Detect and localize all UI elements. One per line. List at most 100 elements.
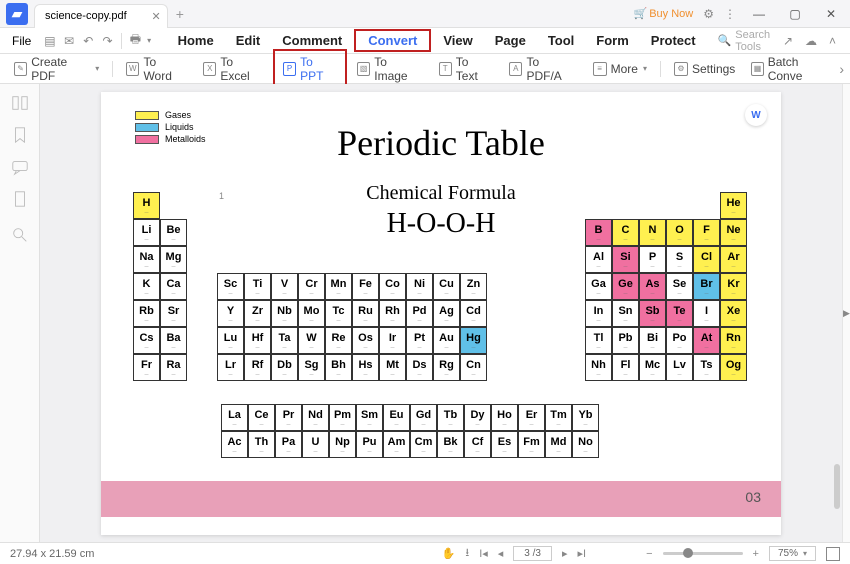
last-page-button[interactable]: ▸I: [578, 547, 587, 560]
menu-protect[interactable]: Protect: [641, 29, 706, 52]
element-cell: K—: [133, 273, 160, 300]
page-title: Periodic Table: [101, 122, 781, 164]
next-page-button[interactable]: ▸: [562, 547, 568, 560]
element-cell: Bi—: [639, 327, 666, 354]
element-cell: Os—: [352, 327, 379, 354]
more-convert-button[interactable]: ≡More▾: [585, 58, 655, 80]
element-cell: Tm—: [545, 404, 572, 431]
create-pdf-button[interactable]: ✎Create PDF▾: [6, 51, 107, 87]
search-icon[interactable]: [11, 226, 29, 244]
element-cell: Zn—: [460, 273, 487, 300]
element-cell: Lr—: [217, 354, 244, 381]
element-cell: N—: [639, 219, 666, 246]
more-icon[interactable]: ⋮: [724, 7, 736, 21]
thumbnails-icon[interactable]: [11, 94, 29, 112]
close-tab-icon[interactable]: ✕: [152, 10, 161, 23]
element-cell: In—: [585, 300, 612, 327]
zoom-slider[interactable]: [663, 552, 743, 555]
attachments-icon[interactable]: [11, 190, 29, 208]
element-cell: F—: [693, 219, 720, 246]
cloud-icon[interactable]: ☁: [805, 34, 817, 48]
mail-icon[interactable]: ✉: [61, 30, 78, 52]
element-cell: B—: [585, 219, 612, 246]
document-tab[interactable]: science-copy.pdf ✕: [34, 4, 168, 28]
to-word-button[interactable]: WTo Word: [118, 51, 193, 87]
element-cell: La—: [221, 404, 248, 431]
prev-page-button[interactable]: ◂: [498, 547, 504, 560]
menu-form[interactable]: Form: [586, 29, 639, 52]
share-icon[interactable]: ↗: [783, 34, 793, 48]
bookmarks-icon[interactable]: [11, 126, 29, 144]
element-cell: O—: [666, 219, 693, 246]
collapse-icon[interactable]: ˄: [829, 34, 836, 48]
menu-view[interactable]: View: [433, 29, 482, 52]
element-cell: Mg—: [160, 246, 187, 273]
new-tab-button[interactable]: +: [176, 6, 184, 22]
footer-bar: [101, 481, 781, 517]
element-cell: Th—: [248, 431, 275, 458]
menu-tool[interactable]: Tool: [538, 29, 584, 52]
right-panel-expand-icon[interactable]: ▶: [843, 308, 850, 319]
close-window-button[interactable]: ✕: [818, 3, 844, 25]
to-text-button[interactable]: TTo Text: [431, 51, 500, 87]
element-cell: Cs—: [133, 327, 160, 354]
hand-tool-icon[interactable]: ✋: [442, 547, 456, 560]
element-cell: Sg—: [298, 354, 325, 381]
menu-home[interactable]: Home: [168, 29, 224, 52]
element-cell: Mt—: [379, 354, 406, 381]
element-cell: Ta—: [271, 327, 298, 354]
redo-icon[interactable]: ↷: [99, 30, 116, 52]
element-cell: Ga—: [585, 273, 612, 300]
element-cell: Nb—: [271, 300, 298, 327]
element-cell: Pu—: [356, 431, 383, 458]
menu-convert[interactable]: Convert: [354, 29, 431, 52]
fit-page-icon[interactable]: [826, 547, 840, 561]
to-pdfa-button[interactable]: ATo PDF/A: [501, 51, 582, 87]
tab-title: science-copy.pdf: [45, 10, 127, 22]
element-cell: C—: [612, 219, 639, 246]
element-cell: Bh—: [325, 354, 352, 381]
zoom-in-button[interactable]: +: [753, 548, 759, 560]
element-cell: Be—: [160, 219, 187, 246]
undo-icon[interactable]: ↶: [80, 30, 97, 52]
maximize-button[interactable]: ▢: [782, 3, 808, 25]
menu-edit[interactable]: Edit: [226, 29, 271, 52]
element-cell: Au—: [433, 327, 460, 354]
batch-convert-button[interactable]: ▦Batch Conve: [743, 51, 835, 87]
to-image-button[interactable]: ▧To Image: [349, 51, 429, 87]
print-icon[interactable]: 🖶: [127, 30, 144, 52]
gift-icon[interactable]: ⚙: [703, 7, 714, 21]
to-ppt-button[interactable]: PTo PPT: [273, 49, 347, 89]
element-cell: S—: [666, 246, 693, 273]
element-cell: Nh—: [585, 354, 612, 381]
element-cell: Ni—: [406, 273, 433, 300]
select-tool-icon[interactable]: ⭳: [465, 544, 469, 563]
element-cell: Fr—: [133, 354, 160, 381]
chevron-down-icon[interactable]: ▾: [147, 36, 151, 45]
zoom-out-button[interactable]: −: [646, 548, 652, 560]
element-cell: Po—: [666, 327, 693, 354]
element-cell: Ca—: [160, 273, 187, 300]
search-tools-input[interactable]: 🔍 Search Tools: [718, 29, 781, 53]
settings-button[interactable]: ⚙Settings: [666, 51, 743, 87]
to-excel-button[interactable]: XTo Excel: [195, 51, 271, 87]
first-page-button[interactable]: I◂: [479, 547, 488, 560]
toolbar-overflow-icon[interactable]: ›: [839, 51, 844, 87]
file-menu[interactable]: File: [4, 31, 39, 51]
comments-icon[interactable]: [11, 158, 29, 176]
element-cell: Pt—: [406, 327, 433, 354]
vertical-scrollbar[interactable]: [834, 464, 840, 509]
save-icon[interactable]: ▤: [41, 30, 58, 52]
buy-now-link[interactable]: 🛒 Buy Now: [634, 7, 694, 20]
element-cell: Hs—: [352, 354, 379, 381]
element-cell: Al—: [585, 246, 612, 273]
minimize-button[interactable]: —: [746, 3, 772, 25]
menu-page[interactable]: Page: [485, 29, 536, 52]
zoom-level[interactable]: 75%▾: [769, 546, 816, 561]
element-cell: Db—: [271, 354, 298, 381]
page-indicator[interactable]: 3 /3: [513, 546, 552, 561]
element-cell: Ge—: [612, 273, 639, 300]
element-cell: Ho—: [491, 404, 518, 431]
element-cell: Kr—: [720, 273, 747, 300]
element-cell: Se—: [666, 273, 693, 300]
